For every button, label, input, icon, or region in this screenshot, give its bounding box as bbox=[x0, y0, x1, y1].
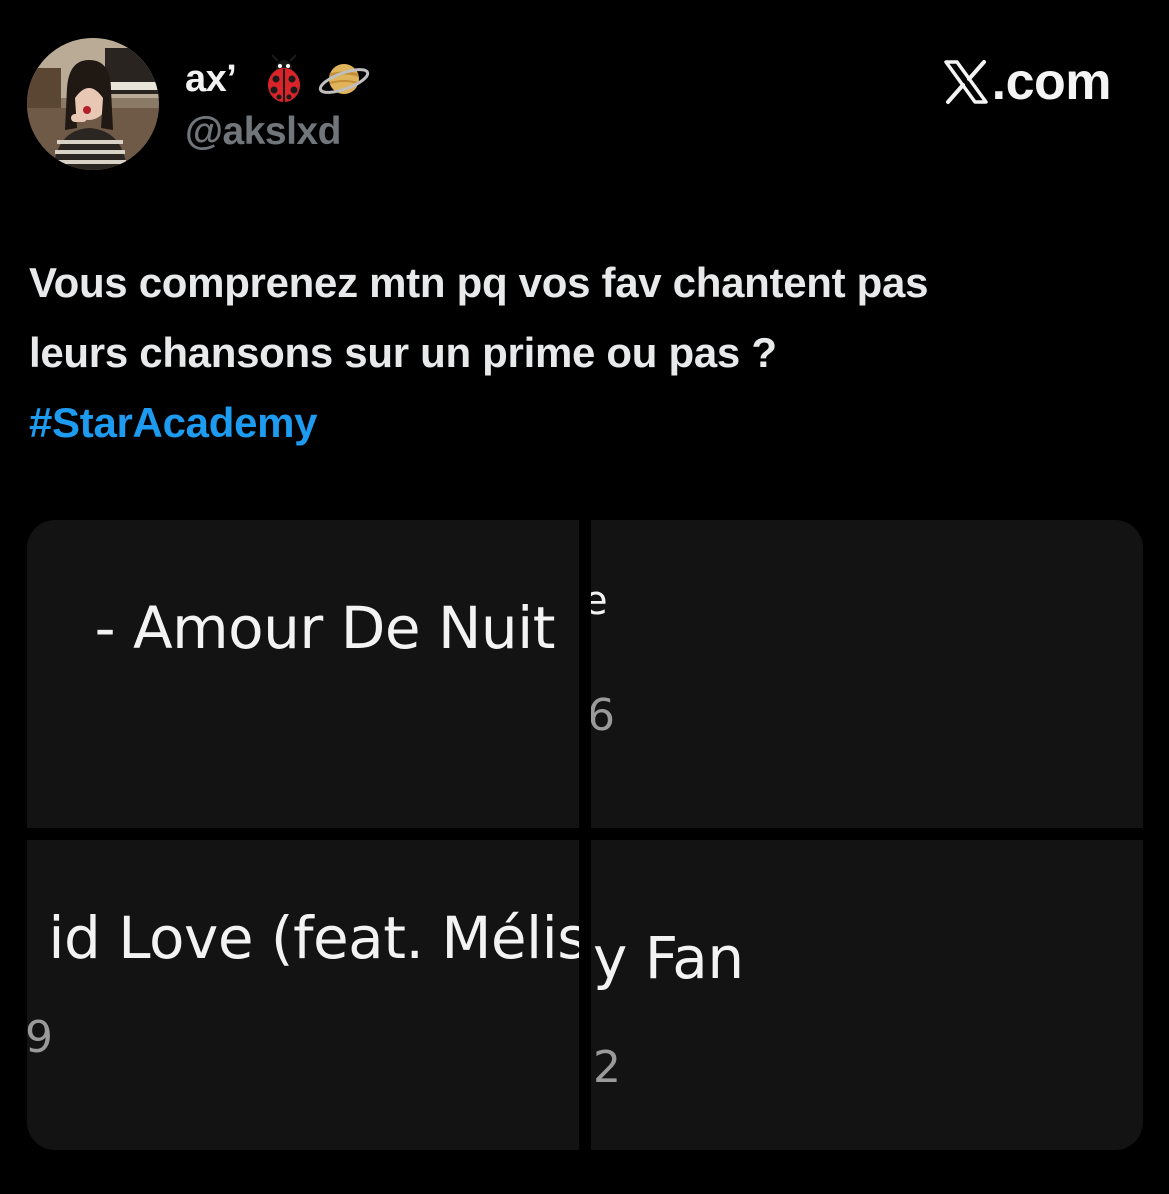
media-tile[interactable]: - Amour De Nuit bbox=[27, 520, 579, 828]
avatar[interactable] bbox=[27, 38, 159, 170]
tweet-line: leurs chansons sur un prime ou pas ? bbox=[29, 329, 777, 376]
media-tile[interactable]: y Fan 2 bbox=[591, 840, 1143, 1150]
media-subtitle: 6 bbox=[591, 690, 615, 741]
brand-watermark: .com bbox=[942, 52, 1112, 112]
display-name-text: ax’ bbox=[185, 57, 237, 100]
brand-suffix: .com bbox=[991, 53, 1112, 111]
x-logo-icon bbox=[943, 60, 988, 104]
media-tile[interactable]: id Love (feat. Mélis 9 bbox=[27, 840, 579, 1150]
hashtag-link[interactable]: #StarAcademy bbox=[29, 399, 318, 446]
media-grid: - Amour De Nuit e 6 id Love (feat. Mélis… bbox=[27, 520, 1143, 1150]
tweet-text: Vous comprenez mtn pq vos fav chantent p… bbox=[29, 248, 1154, 458]
media-subtitle: 2 bbox=[593, 1042, 621, 1093]
tweet-line: Vous comprenez mtn pq vos fav chantent p… bbox=[29, 259, 929, 306]
media-title: id Love (feat. Mélis bbox=[48, 904, 579, 972]
media-tile[interactable]: e 6 bbox=[591, 520, 1143, 828]
media-subtitle: 9 bbox=[27, 1012, 53, 1063]
ringed-planet-icon bbox=[318, 53, 370, 105]
media-title: e bbox=[591, 578, 608, 624]
media-title: - Amour De Nuit bbox=[94, 594, 556, 662]
author-name[interactable]: ax’ bbox=[185, 53, 370, 105]
author-handle[interactable]: @akslxd bbox=[185, 110, 341, 154]
media-title: y Fan bbox=[593, 924, 744, 992]
ladybug-icon bbox=[258, 53, 310, 105]
